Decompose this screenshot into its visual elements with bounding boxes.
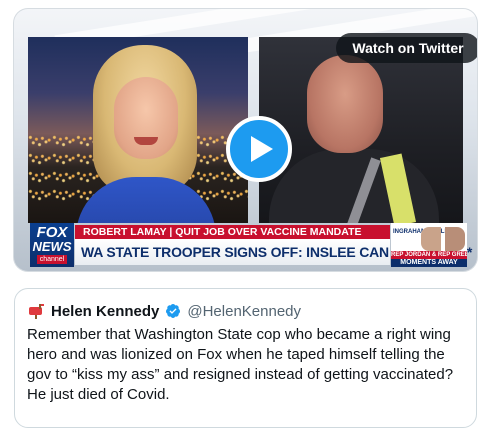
fox-logo-line3: channel [36, 255, 68, 264]
quoted-tweet-text: Remember that Washington State cop who b… [27, 326, 454, 403]
play-button[interactable] [226, 116, 292, 182]
promo-moments-away: MOMENTS AWAY [391, 259, 467, 267]
promo-guests: REP JORDAN & REP GREEN [391, 251, 467, 259]
fox-news-logo: FOX NEWS channel [30, 223, 74, 267]
fox-logo-line2: NEWS [32, 239, 72, 254]
host-video-panel [28, 37, 248, 223]
watch-on-twitter-button[interactable]: Watch on Twitter [336, 33, 477, 63]
author-handle[interactable]: @HelenKennedy [187, 303, 301, 320]
quoted-tweet-header: Helen Kennedy @HelenKennedy [27, 302, 301, 320]
chyron-top-line: ROBERT LAMAY | QUIT JOB OVER VACCINE MAN… [75, 225, 390, 239]
show-promo: INGRAHAM ANGLE REP JORDAN & REP GREEN MO… [391, 223, 467, 267]
chyron-headline: WA STATE TROOPER SIGNS OFF: INSLEE CAN K… [75, 239, 472, 265]
author-name[interactable]: Helen Kennedy [51, 303, 159, 320]
promo-guest-photos [421, 227, 465, 251]
mailbox-icon[interactable] [27, 302, 45, 320]
guest-video-panel [259, 37, 463, 223]
quoted-tweet[interactable]: Helen Kennedy @HelenKennedy Remember tha… [14, 288, 477, 428]
play-icon [250, 136, 273, 162]
video-player[interactable]: FOX NEWS channel ROBERT LAMAY | QUIT JOB… [14, 9, 477, 271]
verified-badge-icon [166, 304, 181, 318]
fox-logo-line1: FOX [36, 224, 68, 241]
